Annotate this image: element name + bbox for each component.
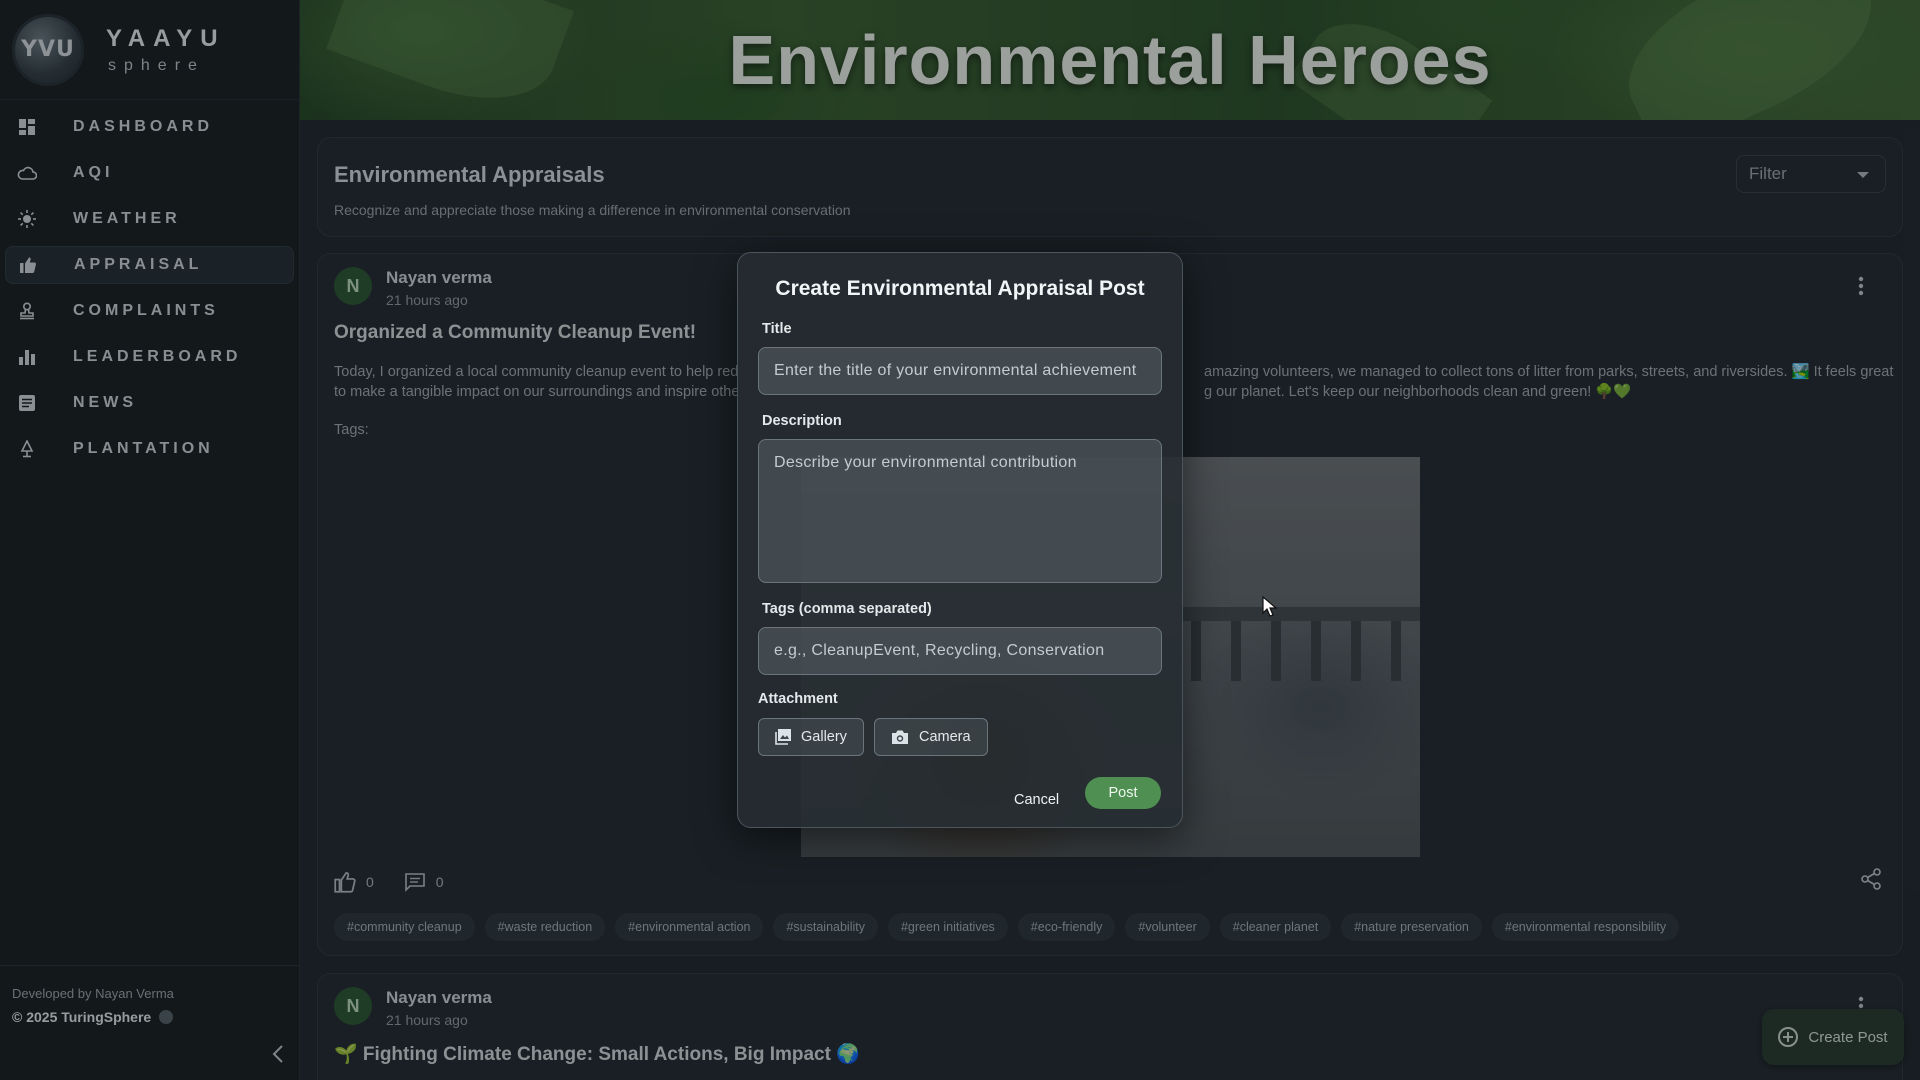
post-button[interactable]: Post bbox=[1085, 777, 1161, 809]
gallery-icon bbox=[775, 729, 791, 745]
tags-field[interactable] bbox=[758, 627, 1162, 675]
tags-field-label: Tags (comma separated) bbox=[762, 601, 932, 617]
cancel-button[interactable]: Cancel bbox=[1014, 792, 1059, 808]
mouse-cursor-icon bbox=[1262, 596, 1278, 617]
title-field[interactable] bbox=[758, 347, 1162, 395]
camera-icon bbox=[892, 730, 908, 744]
create-post-dialog: Create Environmental Appraisal Post Titl… bbox=[737, 252, 1183, 828]
camera-button[interactable]: Camera bbox=[874, 718, 988, 756]
description-field-label: Description bbox=[762, 413, 842, 429]
attachment-label: Attachment bbox=[758, 691, 838, 707]
camera-label: Camera bbox=[919, 729, 971, 745]
gallery-button[interactable]: Gallery bbox=[758, 718, 864, 756]
description-field[interactable] bbox=[758, 439, 1162, 583]
dialog-title: Create Environmental Appraisal Post bbox=[775, 277, 1145, 300]
title-field-label: Title bbox=[762, 321, 792, 337]
gallery-label: Gallery bbox=[801, 729, 847, 745]
